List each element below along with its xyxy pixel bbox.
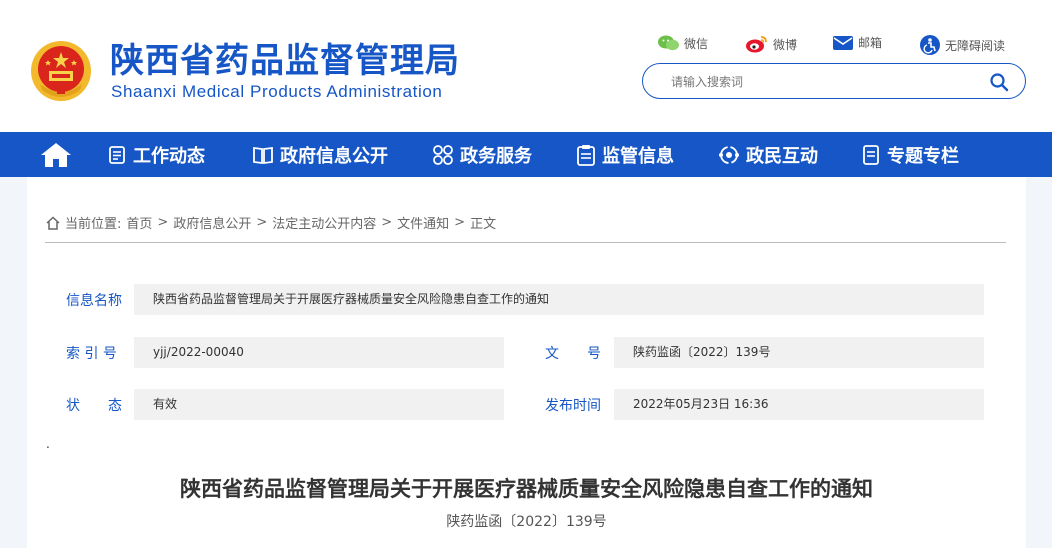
breadcrumb-separator: >	[256, 215, 268, 230]
accessibility-link[interactable]: 无障碍阅读	[919, 34, 1005, 56]
list-icon	[109, 145, 125, 164]
breadcrumb-divider	[45, 242, 1006, 243]
weibo-label: 微博	[773, 37, 798, 52]
nav-item-work-news[interactable]: 工作动态	[107, 132, 205, 177]
search-icon[interactable]	[989, 72, 1009, 92]
wechat-link[interactable]: 微信	[658, 34, 708, 52]
info-name-value: 陕西省药品监督管理局关于开展医疗器械质量安全风险隐患自查工作的通知	[134, 284, 984, 315]
home-icon[interactable]	[40, 142, 72, 168]
national-emblem-icon	[31, 41, 91, 101]
wechat-label: 微信	[684, 36, 709, 51]
breadcrumb-current: 正文	[470, 217, 497, 232]
accessibility-label: 无障碍阅读	[945, 38, 1006, 53]
nav-label: 工作动态	[133, 145, 205, 167]
site-subtitle: Shaanxi Medical Products Administration	[111, 82, 443, 101]
info-index-value: yjj/2022-00040	[134, 337, 504, 368]
breadcrumb-notices[interactable]: 文件通知	[397, 213, 449, 232]
nav-item-services[interactable]: 政务服务	[432, 132, 532, 177]
nav-label: 政民互动	[746, 145, 818, 167]
breadcrumb-home[interactable]: 首页	[126, 213, 152, 232]
nav-label: 专题专栏	[887, 145, 959, 167]
grid-icon	[433, 144, 453, 165]
mail-link[interactable]: 邮箱	[832, 34, 882, 51]
weibo-link[interactable]: 微博	[745, 34, 797, 54]
mail-icon	[833, 35, 853, 50]
nav-item-interaction[interactable]: 政民互动	[718, 132, 818, 177]
breadcrumb-separator: >	[454, 215, 466, 230]
breadcrumb-statutory[interactable]: 法定主动公开内容	[272, 213, 376, 232]
search-box	[642, 63, 1026, 99]
nav-item-gov-info[interactable]: 政府信息公开	[252, 132, 388, 177]
article-doc-number: 陕药监函〔2022〕139号	[446, 514, 607, 530]
accessibility-icon	[920, 35, 940, 55]
info-name-label: 信息名称	[66, 293, 122, 309]
nav-label: 政府信息公开	[280, 145, 388, 167]
breadcrumb-separator: >	[157, 215, 169, 230]
nav-label: 政务服务	[460, 145, 532, 167]
clipboard-icon	[577, 144, 595, 166]
home-outline-icon	[46, 215, 60, 230]
breadcrumb-gov-info[interactable]: 政府信息公开	[173, 213, 251, 232]
interaction-icon	[719, 145, 739, 164]
info-status-value: 有效	[134, 389, 504, 420]
site-title: 陕西省药品监督管理局	[110, 41, 460, 81]
book-icon	[253, 146, 273, 164]
nav-label: 监管信息	[602, 145, 674, 167]
article-title: 陕西省药品监督管理局关于开展医疗器械质量安全风险隐患自查工作的通知	[180, 477, 873, 501]
folder-icon	[863, 144, 879, 165]
nav-item-topics[interactable]: 专题专栏	[861, 132, 959, 177]
main-content: 当前位置: 首页 > 政府信息公开 > 法定主动公开内容 > 文件通知 > 正文…	[27, 177, 1026, 548]
info-docno-label: 文 号	[545, 346, 601, 362]
info-date-value: 2022年05月23日 16:36	[614, 389, 984, 420]
search-input[interactable]	[671, 72, 971, 92]
info-index-label: 索 引 号	[66, 346, 117, 362]
breadcrumb-prefix: 当前位置:	[65, 217, 122, 232]
info-docno-value: 陕药监函〔2022〕139号	[614, 337, 984, 368]
mail-label: 邮箱	[858, 36, 883, 50]
wechat-icon	[658, 35, 679, 51]
weibo-icon	[746, 36, 767, 53]
site-header: 陕西省药品监督管理局 Shaanxi Medical Products Admi…	[0, 0, 1052, 132]
breadcrumb: 当前位置: 首页 > 政府信息公开 > 法定主动公开内容 > 文件通知 > 正文	[45, 213, 501, 232]
info-status-label: 状 态	[66, 398, 122, 414]
nav-item-regulation[interactable]: 监管信息	[576, 132, 674, 177]
breadcrumb-separator: >	[381, 215, 393, 230]
stray-dot: .	[46, 437, 50, 451]
info-date-label: 发布时间	[545, 398, 601, 414]
main-nav: 工作动态 政府信息公开 政务服务 监管信息 政民互动 专题专栏	[0, 132, 1052, 177]
